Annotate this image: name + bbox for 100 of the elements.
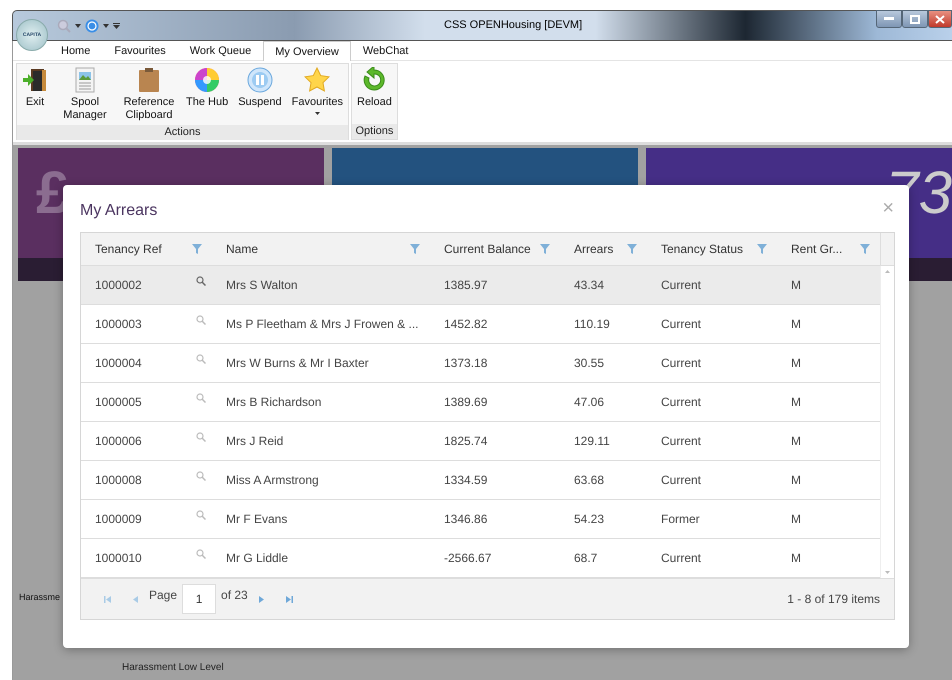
caret-icon[interactable] (75, 24, 81, 28)
item-count: 1 - 8 of 179 items (787, 592, 880, 606)
filter-icon[interactable] (860, 244, 870, 254)
pause-icon (246, 67, 273, 93)
page-count: of 23 (221, 588, 248, 602)
column-header[interactable]: Arrears (560, 233, 647, 265)
ribbon-button[interactable]: Exit (17, 64, 53, 125)
table-cell: 1000010 (95, 551, 142, 565)
customize-icon[interactable] (113, 22, 120, 28)
page-label: Page (149, 588, 178, 602)
table-row[interactable]: 1000008 Miss A Armstrong 1334.59 63.68 Current M (81, 461, 880, 500)
table-cell: M (791, 512, 801, 526)
last-page-icon[interactable] (286, 596, 293, 602)
table-cell: Mr G Liddle (226, 551, 288, 565)
first-page-icon[interactable] (104, 596, 111, 602)
table-cell: Current (661, 395, 702, 409)
table-cell: Current (661, 434, 702, 448)
ribbon-button[interactable]: Reload (352, 64, 397, 124)
table-row[interactable]: 1000005 Mrs B Richardson 1389.69 47.06 Current M (81, 383, 880, 422)
table-cell: 129.11 (574, 434, 610, 448)
table-cell: M (791, 551, 801, 565)
table-cell: 1000008 (95, 473, 142, 487)
table-row[interactable]: 1000006 Mrs J Reid 1825.74 129.11 Current M (81, 422, 880, 461)
dialog-title: My Arrears (80, 202, 158, 220)
filter-icon[interactable] (627, 244, 637, 254)
scroll-down-icon[interactable] (885, 571, 890, 574)
table-cell: M (791, 356, 801, 370)
chart-label: Harassment Low Level (122, 662, 224, 673)
table-cell: M (791, 473, 801, 487)
filter-icon[interactable] (757, 244, 767, 254)
table-cell: 1334.59 (444, 473, 488, 487)
previous-page-icon[interactable] (133, 596, 138, 602)
ribbon-tab[interactable]: My Overview (263, 41, 351, 61)
column-header[interactable]: Current Balance (430, 233, 560, 265)
table-cell: Former (661, 512, 700, 526)
table-row[interactable]: 1000009 Mr F Evans 1346.86 54.23 Former M (81, 500, 880, 539)
column-header[interactable]: Tenancy Status (647, 233, 777, 265)
table-cell: 1389.69 (444, 395, 488, 409)
minimize-button[interactable] (876, 10, 902, 28)
filter-icon[interactable] (192, 244, 202, 254)
ribbon-button[interactable]: Reference Clipboard (117, 64, 181, 125)
filter-icon[interactable] (410, 244, 420, 254)
table-cell: Current (661, 317, 702, 331)
next-page-icon[interactable] (258, 596, 264, 602)
group-label: Options (352, 124, 397, 139)
maximize-button[interactable] (902, 10, 928, 28)
table-cell: 1346.86 (444, 512, 488, 526)
table-cell: 1000005 (95, 395, 142, 409)
column-header[interactable]: Name (212, 233, 430, 265)
table-cell: 63.68 (574, 473, 604, 487)
table-cell: 110.19 (574, 317, 610, 331)
table-cell: Current (661, 278, 702, 292)
ribbon-button[interactable]: Suspend (233, 64, 287, 125)
star-icon (304, 67, 330, 93)
reload-icon (361, 67, 388, 93)
column-header[interactable]: Rent Gr... (777, 233, 880, 265)
scroll-up-icon[interactable] (885, 270, 890, 273)
table-row[interactable]: 1000002 Mrs S Walton 1385.97 43.34 Current M (81, 266, 880, 305)
table-cell: Miss A Armstrong (226, 473, 319, 487)
table-cell: 1825.74 (444, 434, 488, 448)
table-cell: Mrs S Walton (226, 278, 298, 292)
table-cell: -2566.67 (444, 551, 492, 565)
table-cell: 43.34 (574, 278, 604, 292)
column-header[interactable]: Tenancy Ref (81, 233, 212, 265)
table-cell: 1000004 (95, 356, 142, 370)
table-cell: 68.7 (574, 551, 598, 565)
clipboard-icon (136, 67, 162, 93)
caret-icon[interactable] (103, 24, 109, 28)
minimize-icon (884, 17, 894, 21)
table-cell: Mrs B Richardson (226, 395, 322, 409)
ribbon-tab[interactable]: Favourites (102, 41, 178, 60)
table-cell: 1000009 (95, 512, 142, 526)
table-cell: 1000006 (95, 434, 142, 448)
ribbon-tab[interactable]: Work Queue (178, 41, 264, 60)
table-cell: M (791, 434, 801, 448)
table-cell: Current (661, 473, 702, 487)
ribbon-tab[interactable]: Home (49, 41, 102, 60)
filter-icon[interactable] (540, 244, 550, 254)
table-cell: M (791, 395, 801, 409)
chart-label: Harassme (19, 592, 60, 602)
table-cell: Mrs W Burns & Mr I Baxter (226, 356, 369, 370)
ribbon-button[interactable]: Spool Manager (53, 64, 117, 125)
ribbon-button[interactable]: Favourites (286, 64, 348, 125)
table-cell: 54.23 (574, 512, 604, 526)
table-row[interactable]: 1000003 Ms P Fleetham & Mrs J Frowen & ... 1452.82 110.19 Current M (81, 305, 880, 344)
table-cell: 1000003 (95, 317, 142, 331)
page-input[interactable]: 1 (182, 584, 216, 614)
group-label: Actions (17, 125, 348, 140)
table-row[interactable]: 1000004 Mrs W Burns & Mr I Baxter 1373.18 30.55 Current M (81, 344, 880, 383)
table-cell: Mrs J Reid (226, 434, 284, 448)
search-icon[interactable] (196, 276, 206, 286)
maximize-icon (910, 14, 920, 24)
table-cell: 1373.18 (444, 356, 488, 370)
table-cell: 1385.97 (444, 278, 488, 292)
ribbon-button[interactable]: The Hub (181, 64, 234, 125)
table-cell: 1000002 (95, 278, 142, 292)
ribbon-tab[interactable]: WebChat (350, 41, 420, 60)
close-button[interactable] (928, 10, 952, 28)
table-cell: Current (661, 551, 702, 565)
table-cell: 1452.82 (444, 317, 488, 331)
